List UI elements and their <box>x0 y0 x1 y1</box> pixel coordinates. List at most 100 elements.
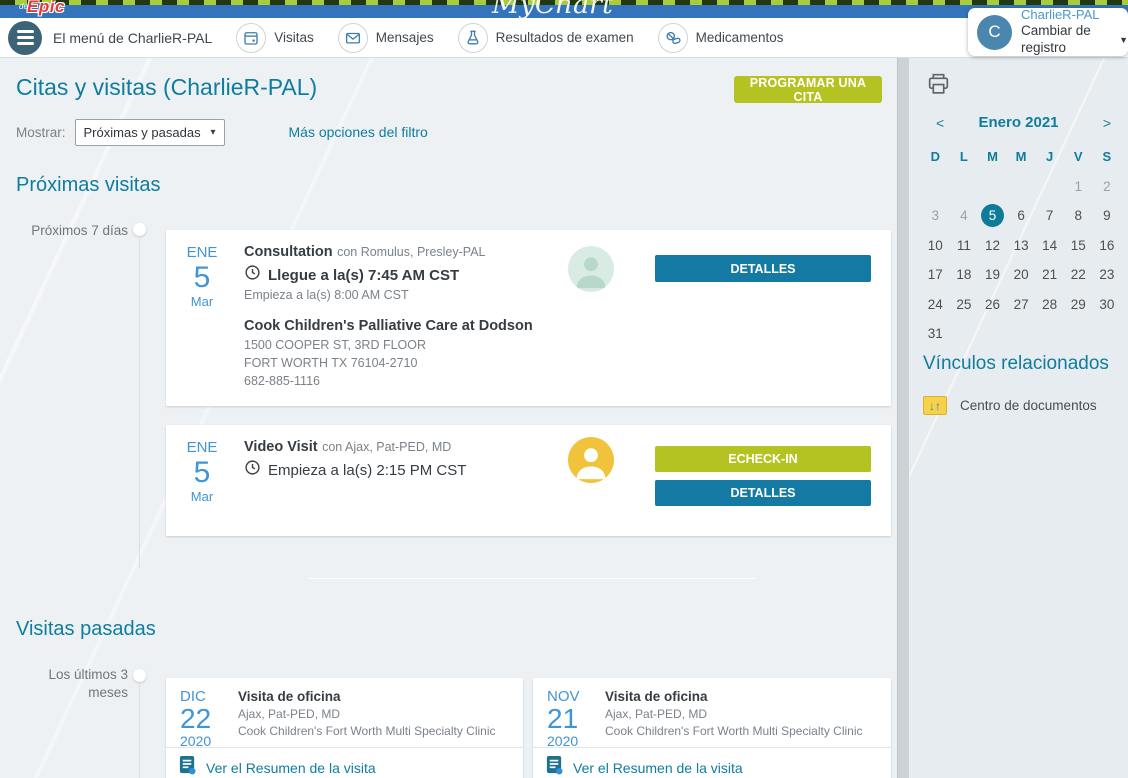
nav-item-resultados[interactable]: Resultados de examen <box>458 23 634 53</box>
nav-item-medicamentos[interactable]: Medicamentos <box>658 23 784 53</box>
calendar-day[interactable]: 11 <box>952 234 975 257</box>
appointment-title: Consultation <box>244 244 333 260</box>
calendar-next-button[interactable]: > <box>1103 115 1111 131</box>
visit-date: DIC 22 2020 <box>180 688 226 751</box>
account-name: CharlieR-PAL <box>1021 7 1128 23</box>
person-silhouette-icon <box>568 246 614 292</box>
calendar-weekday: M <box>981 145 1004 168</box>
appointment-date: ENE 5 Mar <box>178 244 226 310</box>
calendar-day[interactable]: 10 <box>924 234 947 257</box>
calendar-day <box>1010 322 1033 345</box>
past-visits-heading: Visitas pasadas <box>16 618 156 641</box>
calendar-day[interactable]: 27 <box>1010 293 1033 316</box>
calendar-day[interactable]: 2 <box>1095 175 1118 198</box>
calendar-month-title: Enero 2021 <box>909 114 1128 131</box>
calendar-day <box>952 322 975 345</box>
document-center-link[interactable]: ↓↑ Centro de documentos <box>923 396 1097 415</box>
calendar-day[interactable]: 13 <box>1010 234 1033 257</box>
calendar-day[interactable]: 6 <box>1010 204 1033 227</box>
clock-icon <box>244 264 261 286</box>
location-phone: 682-885-1116 <box>244 372 533 390</box>
calendar-weekday: V <box>1067 145 1090 168</box>
calendar-day[interactable]: 8 <box>1067 204 1090 227</box>
calendar-day[interactable]: 9 <box>1095 204 1118 227</box>
appointment-card-video-visit: ENE 5 Mar Video Visit con Ajax, Pat-PED,… <box>166 425 891 536</box>
calendar-grid: DLMMJVS123456789101112131415161718192021… <box>921 142 1121 349</box>
calendar-day[interactable]: 25 <box>952 293 975 316</box>
upcoming-timeline-label: Próximos 7 días <box>0 222 128 240</box>
calendar-day[interactable]: 1 <box>1067 175 1090 198</box>
calendar-day-selected[interactable]: 5 <box>981 204 1004 227</box>
arrive-time: Llegue a la(s) 7:45 AM CST <box>268 267 459 284</box>
print-button[interactable] <box>925 70 952 102</box>
appointment-title: Video Visit <box>244 439 318 455</box>
hamburger-menu-button[interactable] <box>8 21 42 55</box>
calendar-day[interactable]: 21 <box>1038 263 1061 286</box>
visit-summary-icon <box>545 755 564 778</box>
calendar-day[interactable]: 30 <box>1095 293 1118 316</box>
visit-clinic: Cook Children's Fort Worth Multi Special… <box>605 723 862 740</box>
calendar-day[interactable]: 14 <box>1038 234 1061 257</box>
calendar-day[interactable]: 12 <box>981 234 1004 257</box>
clock-icon <box>244 459 261 481</box>
account-switcher[interactable]: C CharlieR-PAL Cambiar de registro ▼ <box>968 8 1128 56</box>
brand-bar: de Epic MyChart <box>0 0 1128 18</box>
visit-clinic: Cook Children's Fort Worth Multi Special… <box>238 723 495 740</box>
calendar-day[interactable]: 7 <box>1038 204 1061 227</box>
calendar-day[interactable]: 24 <box>924 293 947 316</box>
filter-select[interactable]: Próximas y pasadas ▾ <box>75 119 225 146</box>
calendar-weekday: D <box>924 145 947 168</box>
view-summary-link[interactable]: Ver el Resumen de la visita <box>573 760 743 776</box>
visit-provider: Ajax, Pat-PED, MD <box>238 706 495 723</box>
details-button[interactable]: DETALLES <box>655 255 871 282</box>
nav-item-visitas[interactable]: Visitas <box>236 23 314 53</box>
menu-label[interactable]: El menú de CharlieR-PAL <box>53 30 212 46</box>
flask-icon <box>458 23 488 53</box>
nav-label: Mensajes <box>376 30 434 45</box>
view-summary-link[interactable]: Ver el Resumen de la visita <box>206 760 376 776</box>
appointment-provider: con Ajax, Pat-PED, MD <box>322 440 451 454</box>
appointment-provider: con Romulus, Presley-PAL <box>337 245 485 259</box>
calendar-day <box>981 175 1004 198</box>
pills-icon <box>658 23 688 53</box>
details-button[interactable]: DETALLES <box>655 480 871 506</box>
past-visit-card: DIC 22 2020 Visita de oficina Ajax, Pat-… <box>166 678 523 778</box>
echeckin-button[interactable]: ECHECK-IN <box>655 446 871 472</box>
calendar-day <box>952 175 975 198</box>
calendar-day[interactable]: 28 <box>1038 293 1061 316</box>
calendar-day[interactable]: 17 <box>924 263 947 286</box>
schedule-appointment-button[interactable]: PROGRAMAR UNA CITA <box>734 76 882 103</box>
switch-record-label: Cambiar de registro <box>1021 23 1114 57</box>
calendar-day[interactable]: 15 <box>1067 234 1090 257</box>
nav-item-mensajes[interactable]: Mensajes <box>338 23 434 53</box>
start-time: Empieza a la(s) 2:15 PM CST <box>268 462 466 479</box>
mychart-logo: MyChart <box>492 0 613 18</box>
calendar-day[interactable]: 26 <box>981 293 1004 316</box>
avatar: C <box>977 15 1012 50</box>
calendar-day[interactable]: 23 <box>1095 263 1118 286</box>
appointment-card-consultation: ENE 5 Mar Consultation con Romulus, Pres… <box>166 230 891 406</box>
calendar-day[interactable]: 16 <box>1095 234 1118 257</box>
calendar-day[interactable]: 20 <box>1010 263 1033 286</box>
more-filter-options-link[interactable]: Más opciones del filtro <box>289 124 428 140</box>
location-name: Cook Children's Palliative Care at Dodso… <box>244 318 533 334</box>
visit-provider: Ajax, Pat-PED, MD <box>605 706 862 723</box>
vertical-scrollbar[interactable] <box>897 58 909 778</box>
calendar-day <box>924 175 947 198</box>
page-title: Citas y visitas (CharlieR-PAL) <box>16 74 317 101</box>
top-navbar: El menú de CharlieR-PAL Visitas Mensajes… <box>0 18 1128 58</box>
calendar-day[interactable]: 19 <box>981 263 1004 286</box>
nav-label: Resultados de examen <box>496 30 634 45</box>
calendar-day[interactable]: 3 <box>924 204 947 227</box>
hamburger-icon <box>17 30 34 33</box>
past-visit-card: NOV 21 2020 Visita de oficina Ajax, Pat-… <box>533 678 891 778</box>
calendar-day[interactable]: 31 <box>924 322 947 345</box>
chevron-down-icon: ▼ <box>1119 35 1128 46</box>
calendar-day[interactable]: 22 <box>1067 263 1090 286</box>
calendar-day[interactable]: 18 <box>952 263 975 286</box>
calendar-day[interactable]: 29 <box>1067 293 1090 316</box>
related-link-label: Centro de documentos <box>960 398 1097 413</box>
calendar-day[interactable]: 4 <box>952 204 975 227</box>
related-links-heading: Vínculos relacionados <box>923 353 1109 375</box>
visit-summary-icon <box>178 755 197 778</box>
